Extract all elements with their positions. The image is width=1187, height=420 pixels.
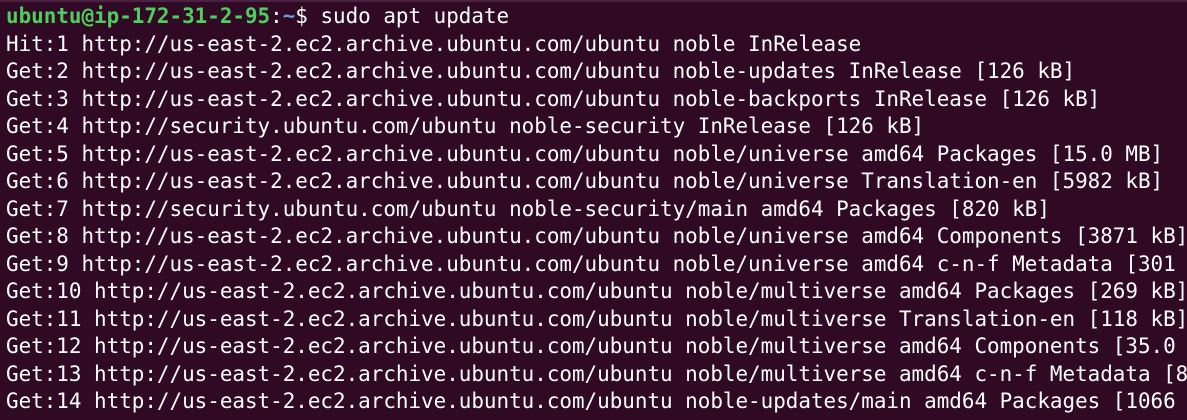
- terminal-window[interactable]: ubuntu@ip-172-31-2-95:~$ sudo apt update…: [0, 0, 1187, 420]
- output-line: Get:11 http://us-east-2.ec2.archive.ubun…: [6, 306, 1187, 331]
- output-line: Get:2 http://us-east-2.ec2.archive.ubunt…: [6, 59, 1076, 83]
- output-line: Get:14 http://us-east-2.ec2.archive.ubun…: [6, 389, 1187, 413]
- output-line: Get:8 http://us-east-2.ec2.archive.ubunt…: [6, 224, 1187, 248]
- prompt-line: ubuntu@ip-172-31-2-95:~$ sudo apt update: [6, 3, 1187, 31]
- prompt-user-host: ubuntu@ip-172-31-2-95: [6, 4, 271, 28]
- output-line: Get:13 http://us-east-2.ec2.archive.ubun…: [6, 361, 1187, 386]
- output-line: Get:7 http://security.ubuntu.com/ubuntu …: [6, 196, 1050, 221]
- terminal-top-edge: [0, 0, 1187, 2]
- prompt-separator: :: [270, 4, 283, 28]
- prompt-symbol: $: [295, 4, 321, 28]
- output-line: Get:6 http://us-east-2.ec2.archive.ubunt…: [6, 169, 1164, 193]
- output-line: Get:5 http://us-east-2.ec2.archive.ubunt…: [6, 141, 1164, 166]
- output-line: Get:4 http://security.ubuntu.com/ubuntu …: [6, 114, 925, 138]
- output-line: Get:3 http://us-east-2.ec2.archive.ubunt…: [6, 86, 1101, 111]
- prompt-cwd: ~: [282, 4, 296, 28]
- output-line: Hit:1 http://us-east-2.ec2.archive.ubunt…: [6, 31, 862, 56]
- output-line: Get:9 http://us-east-2.ec2.archive.ubunt…: [6, 251, 1187, 276]
- output-line: Get:10 http://us-east-2.ec2.archive.ubun…: [6, 279, 1187, 303]
- prompt-command: sudo apt update: [320, 4, 510, 28]
- output-line: Get:12 http://us-east-2.ec2.archive.ubun…: [6, 334, 1187, 358]
